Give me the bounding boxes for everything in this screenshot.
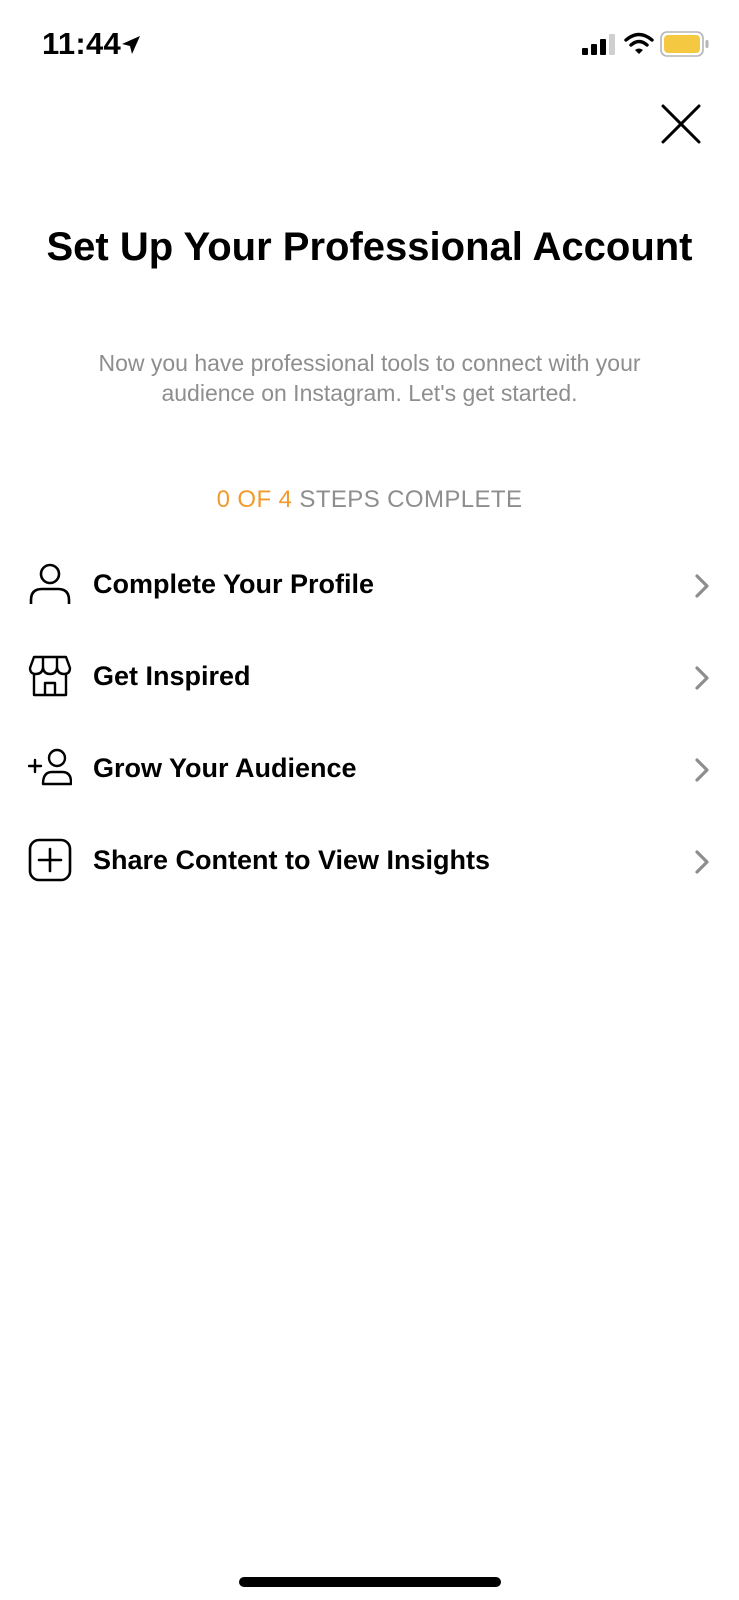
add-square-icon — [28, 838, 72, 882]
person-icon — [29, 563, 71, 604]
battery-icon — [660, 31, 709, 57]
add-person-icon — [28, 748, 72, 786]
home-indicator[interactable] — [239, 1577, 501, 1587]
step-label: Grow Your Audience — [93, 753, 357, 783]
step-label: Get Inspired — [93, 661, 251, 691]
steps-progress: 0 OF 4 STEPS COMPLETE — [0, 484, 739, 516]
page-subtitle: Now you have professional tools to conne… — [98, 350, 641, 406]
wifi-icon — [624, 32, 654, 54]
close-button[interactable] — [658, 101, 704, 147]
chevron-right-icon — [695, 850, 709, 874]
page-title: Set Up Your Professional Account — [46, 225, 693, 269]
progress-label: STEPS COMPLETE — [299, 486, 523, 513]
status-bar: 11:44 — [0, 0, 739, 90]
cellular-signal-icon — [582, 34, 615, 55]
steps-list: Complete Your Profile Get Inspired Grow … — [0, 540, 739, 908]
step-share-content[interactable]: Share Content to View Insights — [0, 816, 739, 908]
step-get-inspired[interactable]: Get Inspired — [0, 632, 739, 724]
step-complete-profile[interactable]: Complete Your Profile — [0, 540, 739, 632]
chevron-right-icon — [695, 666, 709, 690]
chevron-right-icon — [695, 574, 709, 598]
progress-count: 0 OF 4 — [216, 486, 293, 513]
status-time: 11:44 — [42, 26, 122, 61]
location-arrow-icon — [122, 36, 140, 54]
storefront-icon — [28, 655, 72, 697]
step-label: Share Content to View Insights — [93, 845, 491, 875]
chevron-right-icon — [695, 758, 709, 782]
close-icon — [661, 104, 701, 144]
step-grow-audience[interactable]: Grow Your Audience — [0, 724, 739, 816]
step-label: Complete Your Profile — [93, 569, 375, 599]
